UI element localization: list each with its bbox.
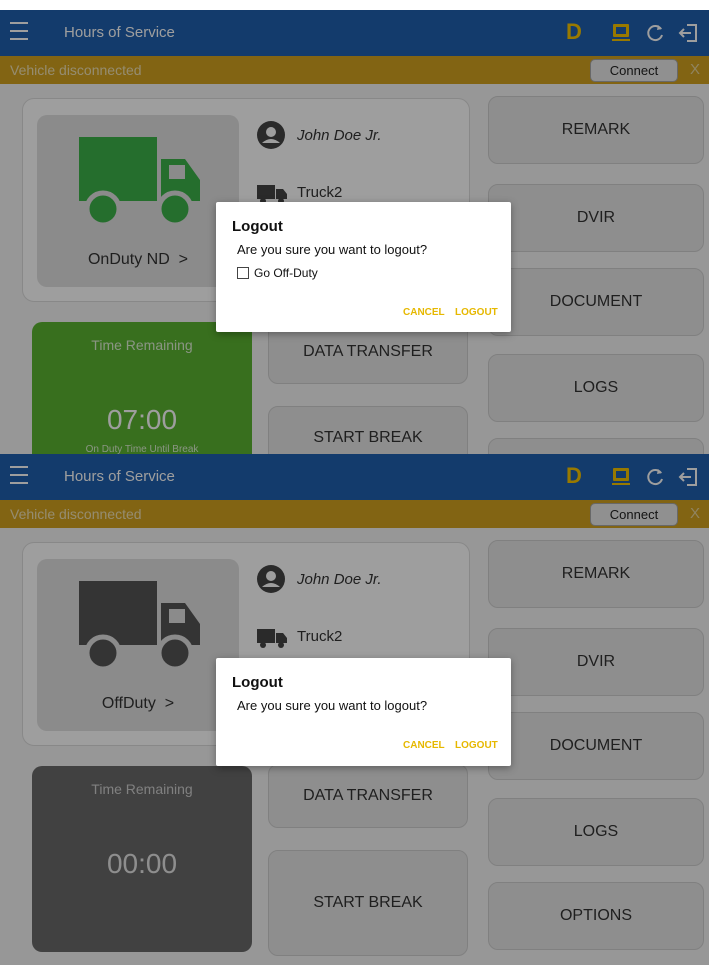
- cancel-button[interactable]: CANCEL: [403, 307, 445, 318]
- screen-bottom: Hours of Service D Vehicle disconnected …: [0, 454, 709, 965]
- cancel-button[interactable]: CANCEL: [403, 740, 445, 751]
- checkbox-label: Go Off-Duty: [254, 266, 318, 280]
- logout-button[interactable]: LOGOUT: [455, 307, 498, 318]
- checkbox-box[interactable]: [237, 267, 249, 279]
- go-off-duty-checkbox[interactable]: Go Off-Duty: [237, 266, 318, 280]
- dialog-title: Logout: [232, 218, 283, 235]
- screen-top: Hours of Service D Vehicle disconnected …: [0, 10, 709, 454]
- logout-button[interactable]: LOGOUT: [455, 740, 498, 751]
- dialog-message: Are you sure you want to logout?: [237, 242, 428, 257]
- logout-dialog: Logout Are you sure you want to logout? …: [216, 658, 511, 766]
- logout-dialog: Logout Are you sure you want to logout? …: [216, 202, 511, 332]
- dialog-message: Are you sure you want to logout?: [237, 698, 428, 713]
- dialog-title: Logout: [232, 674, 283, 691]
